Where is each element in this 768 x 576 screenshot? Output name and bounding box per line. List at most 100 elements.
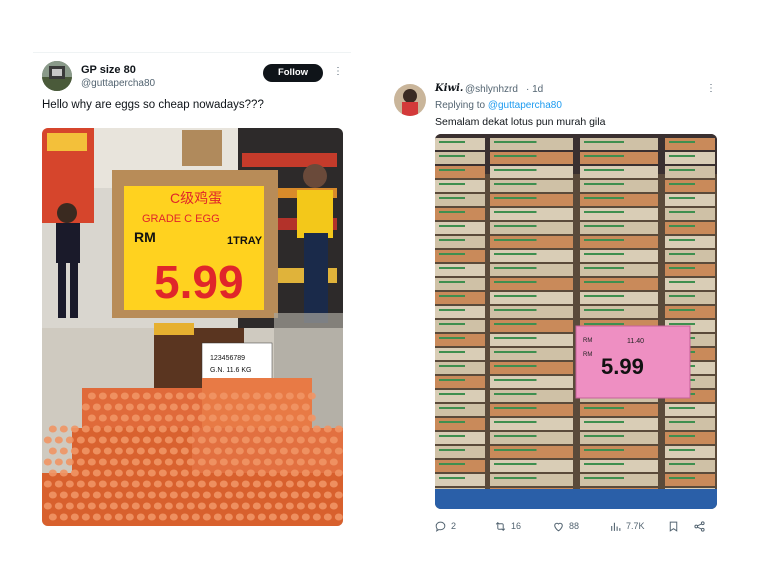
tray-label <box>439 337 465 339</box>
share-button[interactable] <box>693 518 706 534</box>
egg <box>257 513 266 521</box>
egg <box>147 469 156 477</box>
egg <box>125 403 134 411</box>
egg <box>136 425 145 433</box>
tray-label <box>439 421 465 423</box>
egg <box>169 513 178 521</box>
egg <box>213 491 222 499</box>
egg-tray <box>435 278 485 290</box>
egg <box>114 403 123 411</box>
tray-label <box>494 183 537 185</box>
timestamp[interactable]: · 1d <box>526 84 543 95</box>
views-button[interactable]: 7.7K <box>609 518 645 534</box>
tray-label <box>669 449 695 451</box>
reply-button[interactable]: 2 <box>434 518 456 534</box>
like-button[interactable]: 88 <box>552 518 579 534</box>
egg <box>263 502 272 510</box>
egg <box>98 392 107 400</box>
egg <box>81 447 90 455</box>
replying-label: Replying to <box>435 100 486 111</box>
avatar[interactable] <box>394 84 426 116</box>
egg-tray <box>435 334 485 346</box>
egg <box>208 414 217 422</box>
egg <box>290 447 299 455</box>
egg-tray <box>580 460 658 472</box>
tray-label <box>584 155 624 157</box>
egg <box>296 458 305 466</box>
egg <box>257 491 266 499</box>
egg-tray <box>490 138 573 150</box>
bookmark-button[interactable] <box>667 518 680 534</box>
egg <box>70 425 79 433</box>
egg <box>114 513 123 521</box>
share-icon <box>694 520 705 532</box>
egg <box>296 392 305 400</box>
egg <box>54 480 63 488</box>
avatar[interactable] <box>42 61 72 91</box>
egg <box>131 414 140 422</box>
egg <box>109 480 118 488</box>
egg <box>120 436 129 444</box>
egg <box>158 403 167 411</box>
egg <box>224 425 233 433</box>
tray-label <box>669 169 695 171</box>
egg <box>257 447 266 455</box>
tray-label <box>669 141 695 143</box>
egg <box>142 458 151 466</box>
tray-label <box>494 281 537 283</box>
sign-price: 5.99 <box>154 256 244 308</box>
handle[interactable]: @guttapercha80 <box>81 78 155 89</box>
egg <box>296 414 305 422</box>
egg-tray <box>435 236 485 248</box>
tray-label <box>669 309 695 311</box>
egg <box>180 425 189 433</box>
egg <box>153 458 162 466</box>
tweet-photo[interactable]: RM 11.40 RM 5.99 <box>435 134 717 509</box>
egg <box>48 491 57 499</box>
display-name[interactable]: Kiwi. <box>435 83 463 94</box>
egg <box>268 403 277 411</box>
more-icon[interactable]: ⋮ <box>706 83 716 94</box>
egg <box>279 469 288 477</box>
egg-tray <box>665 194 715 206</box>
tray-label <box>439 323 465 325</box>
egg-tray <box>580 208 658 220</box>
egg <box>136 447 145 455</box>
egg <box>175 414 184 422</box>
more-icon[interactable]: ⋮ <box>333 66 343 77</box>
egg-tray <box>580 446 658 458</box>
tag-price: 5.99 <box>601 354 644 379</box>
egg <box>158 513 167 521</box>
egg-tray <box>490 166 573 178</box>
follow-button[interactable]: Follow <box>263 64 323 82</box>
egg <box>98 436 107 444</box>
egg <box>213 403 222 411</box>
tweet-text: Semalam dekat lotus pun murah gila <box>435 116 606 128</box>
egg <box>224 403 233 411</box>
egg <box>136 403 145 411</box>
handle[interactable]: @shlynhzrd <box>465 84 518 95</box>
egg <box>153 414 162 422</box>
tray-label <box>494 365 537 367</box>
replying-handle-link[interactable]: @guttapercha80 <box>488 100 562 111</box>
egg <box>202 513 211 521</box>
retweet-button[interactable]: 16 <box>494 518 521 534</box>
egg <box>307 480 316 488</box>
egg <box>241 436 250 444</box>
egg-tray <box>490 250 573 262</box>
tray-label <box>584 225 624 227</box>
egg <box>263 480 272 488</box>
egg-tray <box>490 222 573 234</box>
egg <box>87 414 96 422</box>
egg-tray <box>490 180 573 192</box>
egg <box>103 447 112 455</box>
egg <box>125 425 134 433</box>
egg-tray <box>580 264 658 276</box>
egg <box>301 447 310 455</box>
display-name[interactable]: GP size 80 <box>81 64 136 76</box>
egg <box>241 392 250 400</box>
egg <box>65 458 74 466</box>
tweet-photo[interactable]: C级鸡蛋 GRADE C EGG RM 1TRAY 5.99 123456789… <box>42 128 343 526</box>
egg-tray <box>435 306 485 318</box>
egg <box>153 436 162 444</box>
